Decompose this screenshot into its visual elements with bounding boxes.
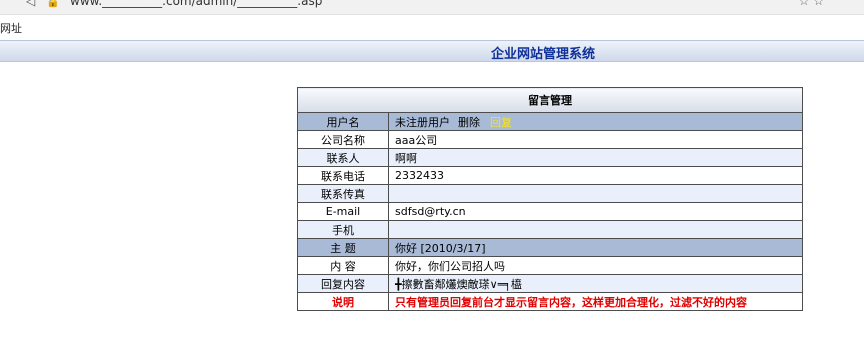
row-email: E-mail sdfsd@rty.cn xyxy=(297,202,803,221)
url-field[interactable]: www.__________.com/admin/__________.asp xyxy=(70,0,322,8)
system-header: 企业网站管理系统 xyxy=(0,40,864,62)
label-content: 内 容 xyxy=(297,256,389,275)
value-email: sdfsd@rty.cn xyxy=(388,202,803,221)
row-reply: 回复内容 ╋擦數畜鄰爜燠敵瑹∨═╕橀 xyxy=(297,274,803,293)
label-company: 公司名称 xyxy=(297,130,389,149)
label-username: 用户名 xyxy=(297,112,389,131)
label-note: 说明 xyxy=(297,292,389,311)
row-subject: 主 题 你好 [2010/3/17] xyxy=(297,238,803,257)
panel-caption: 留言管理 xyxy=(297,87,803,113)
back-icon[interactable]: ◁ xyxy=(26,0,35,8)
value-contact: 啊啊 xyxy=(388,148,803,167)
favorites-bar: 网址 xyxy=(0,15,864,39)
favorite-item-web[interactable]: 网址 xyxy=(0,20,22,36)
system-title: 企业网站管理系统 xyxy=(491,47,596,62)
value-mobile xyxy=(388,220,803,239)
row-contact: 联系人 啊啊 xyxy=(297,148,803,167)
label-mobile: 手机 xyxy=(297,220,389,239)
table-caption-row: 留言管理 xyxy=(297,87,803,113)
value-content: 你好，你们公司招人吗 xyxy=(388,256,803,275)
row-fax: 联系传真 xyxy=(297,184,803,203)
value-reply: ╋擦數畜鄰爜燠敵瑹∨═╕橀 xyxy=(388,274,803,293)
label-fax: 联系传真 xyxy=(297,184,389,203)
delete-link[interactable]: 删除 xyxy=(458,116,480,129)
bookmark-star-icon[interactable]: ☆ ☆ xyxy=(799,0,824,8)
browser-address-bar: ◁ 🔓 www.__________.com/admin/__________.… xyxy=(0,0,864,15)
message-detail-table: 留言管理 用户名 未注册用户 删除 回复 公司名称 aaa公司 联系人 啊啊 联系电… xyxy=(297,87,803,311)
value-subject: 你好 [2010/3/17] xyxy=(388,238,803,257)
insecure-lock-icon[interactable]: 🔓 xyxy=(46,0,60,8)
row-phone: 联系电话 2332433 xyxy=(297,166,803,185)
row-content: 内 容 你好，你们公司招人吗 xyxy=(297,256,803,275)
label-phone: 联系电话 xyxy=(297,166,389,185)
row-username: 用户名 未注册用户 删除 回复 xyxy=(297,112,803,131)
value-company: aaa公司 xyxy=(388,130,803,149)
reply-link[interactable]: 回复 xyxy=(490,116,512,129)
label-reply: 回复内容 xyxy=(297,274,389,293)
value-username: 未注册用户 删除 回复 xyxy=(388,112,803,131)
label-email: E-mail xyxy=(297,202,389,221)
label-subject: 主 题 xyxy=(297,238,389,257)
value-phone: 2332433 xyxy=(388,166,803,185)
value-fax xyxy=(388,184,803,203)
value-note: 只有管理员回复前台才显示留言内容，这样更加合理化，过滤不好的内容 xyxy=(388,292,803,311)
row-mobile: 手机 xyxy=(297,220,803,239)
row-note: 说明 只有管理员回复前台才显示留言内容，这样更加合理化，过滤不好的内容 xyxy=(297,292,803,311)
row-company: 公司名称 aaa公司 xyxy=(297,130,803,149)
label-contact: 联系人 xyxy=(297,148,389,167)
username-value: 未注册用户 xyxy=(395,115,450,129)
